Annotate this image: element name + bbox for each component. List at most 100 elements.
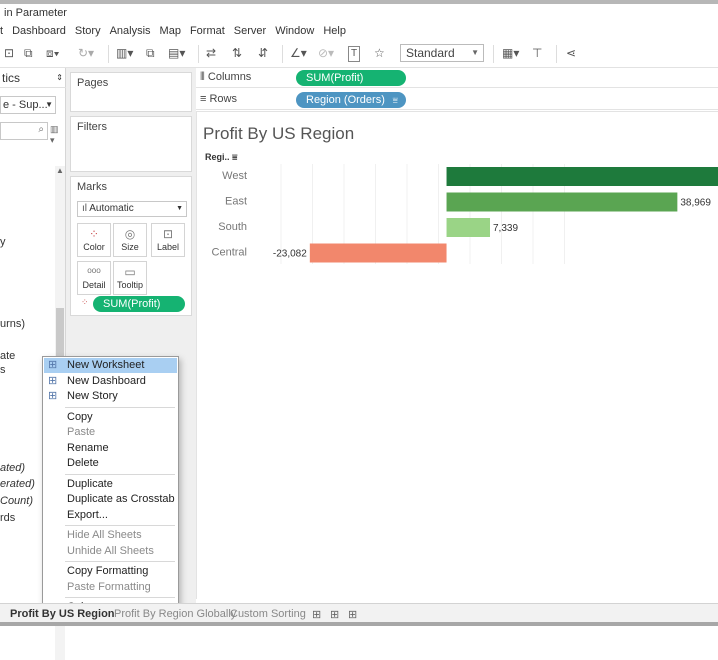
menu-map[interactable]: Map: [160, 22, 181, 40]
label-icon: ⊡: [162, 227, 174, 241]
field-fragment[interactable]: rds: [0, 512, 15, 524]
menu-separator: [65, 597, 175, 598]
menu-dashboard[interactable]: Dashboard: [12, 22, 66, 40]
show-cards-icon[interactable]: ▦▾: [502, 46, 519, 60]
menu-item-label: New Worksheet: [67, 359, 145, 371]
redo-icon[interactable]: ↻▾: [78, 46, 94, 60]
field-fragment[interactable]: erated): [0, 478, 35, 490]
highlight-icon[interactable]: ∠▾: [290, 46, 307, 60]
menu-item-rename[interactable]: Rename: [44, 441, 177, 456]
group-members-icon[interactable]: ⊘▾: [318, 46, 334, 60]
pages-card[interactable]: Pages: [70, 72, 192, 112]
sheet-tab-custom-sorting[interactable]: Custom Sorting: [230, 608, 306, 620]
pane-menu-icon[interactable]: ⇕: [56, 68, 63, 88]
menu-analysis[interactable]: Analysis: [110, 22, 151, 40]
field-fragment[interactable]: s: [0, 364, 6, 376]
sort-ascending-icon[interactable]: ⇅: [232, 46, 242, 60]
chevron-down-icon: ▼: [45, 100, 53, 109]
show-mark-labels-icon[interactable]: T: [348, 46, 361, 62]
mark-type-select[interactable]: ıl Automatic ▼: [77, 201, 187, 217]
bar-west[interactable]: [446, 167, 718, 186]
worksheet-view: Profit By US Region Regi.. ⩸ West East 38,…: [196, 111, 718, 599]
menu-item-new-story[interactable]: ⊞ New Story: [44, 389, 177, 404]
save-icon[interactable]: ⧈▾: [46, 46, 60, 60]
fit-select[interactable]: Standard ▼: [400, 44, 484, 62]
share-icon[interactable]: ⋖: [566, 46, 576, 60]
label-button[interactable]: ⊡ Label: [151, 223, 185, 257]
marks-card-title: Marks: [77, 181, 107, 193]
presentation-mode-icon[interactable]: ⊤: [532, 46, 542, 60]
new-datasource-icon[interactable]: ⊡: [4, 46, 14, 60]
add-datasource-icon[interactable]: ⧉: [24, 46, 33, 60]
color-button-label: Color: [83, 242, 105, 252]
swap-rows-columns-icon[interactable]: ⇄: [206, 46, 216, 60]
menu-item-export[interactable]: Export...: [44, 508, 177, 523]
new-worksheet-icon: ⊞: [48, 359, 58, 371]
menu-item-paste-formatting[interactable]: Paste Formatting: [44, 580, 177, 595]
filters-card[interactable]: Filters: [70, 116, 192, 172]
data-pane-header: tics ⇕: [0, 68, 66, 88]
size-button[interactable]: ◎ Size: [113, 223, 147, 257]
detail-button[interactable]: ᵒᵒᵒ Detail: [77, 261, 111, 295]
sheet-tab-profit-by-us-region[interactable]: Profit By US Region: [10, 608, 115, 620]
menu-help[interactable]: Help: [323, 22, 346, 40]
menu-item-hide-all-sheets[interactable]: Hide All Sheets: [44, 528, 177, 543]
bar-south[interactable]: [446, 218, 491, 237]
category-label: South: [218, 221, 247, 233]
menu-format[interactable]: Format: [190, 22, 225, 40]
data-label: -23,082: [273, 249, 307, 260]
new-worksheet-tab-icon[interactable]: ⊞: [312, 608, 321, 621]
sort-descending-icon[interactable]: ⇵: [258, 46, 268, 60]
menu-item-new-dashboard[interactable]: ⊞ New Dashboard: [44, 374, 177, 389]
bar-central[interactable]: [309, 243, 447, 263]
view-options-icon[interactable]: ▥ ▾: [50, 124, 65, 146]
toolbar-separator: [493, 45, 494, 63]
rows-pill-label: Region (Orders): [306, 94, 385, 106]
clear-sheet-icon[interactable]: ▤▾: [168, 46, 185, 60]
menu-item-new-worksheet[interactable]: ⊞ New Worksheet: [44, 358, 177, 373]
tooltip-button[interactable]: ▭ Tooltip: [113, 261, 147, 295]
color-button[interactable]: ⁘ Color: [77, 223, 111, 257]
field-search-input[interactable]: ⌕: [0, 122, 48, 140]
menu-story[interactable]: Story: [75, 22, 101, 40]
new-story-tab-icon[interactable]: ⊞: [348, 608, 357, 621]
columns-label-text: Columns: [207, 71, 252, 83]
menu-window[interactable]: Window: [275, 22, 314, 40]
menu-item-delete[interactable]: Delete: [44, 456, 177, 471]
menu-item-label: Duplicate as Crosstab: [67, 493, 175, 505]
datasource-select[interactable]: e - Sup... ▼: [0, 96, 56, 114]
toolbar-separator: [556, 45, 557, 63]
new-worksheet-icon[interactable]: ▥▾: [116, 46, 133, 60]
duplicate-sheet-icon[interactable]: ⧉: [146, 46, 155, 60]
menu-item-duplicate[interactable]: Duplicate: [44, 477, 177, 492]
data-pane-title: tics: [2, 71, 20, 85]
field-fragment[interactable]: ated): [0, 462, 25, 474]
menu-item-copy[interactable]: Copy: [44, 410, 177, 425]
rows-pill-region[interactable]: Region (Orders) ⩸: [296, 92, 406, 108]
menu-file[interactable]: t: [0, 22, 3, 40]
filters-card-title: Filters: [77, 121, 107, 133]
sheet-tab-profit-by-region-globally[interactable]: Profit By Region Globally: [114, 608, 236, 620]
toolbar: ⊡ ⧉ ⧈▾ ↻▾ ▥▾ ⧉ ▤▾ ⇄ ⇅ ⇵ ∠▾ ⊘▾ T ☆ Standa…: [0, 40, 718, 68]
marks-pill-sum-profit[interactable]: SUM(Profit): [93, 296, 185, 312]
new-story-icon: ⊞: [48, 390, 58, 402]
menu-server[interactable]: Server: [234, 22, 266, 40]
columns-pill-sum-profit[interactable]: SUM(Profit): [296, 70, 406, 86]
menu-item-duplicate-as-crosstab[interactable]: Duplicate as Crosstab: [44, 492, 177, 507]
field-fragment[interactable]: y: [0, 236, 6, 248]
new-dashboard-tab-icon[interactable]: ⊞: [330, 608, 339, 621]
bar-east[interactable]: [446, 192, 678, 212]
field-fragment[interactable]: Count): [0, 495, 33, 507]
fix-axes-icon[interactable]: ☆: [374, 46, 385, 60]
field-fragment[interactable]: ate: [0, 350, 15, 362]
window-frame-bottom: [0, 622, 718, 626]
menu-item-label: New Story: [67, 390, 118, 402]
row-header-region[interactable]: Regi.. ⩸: [205, 152, 238, 163]
menu-item-unhide-all-sheets[interactable]: Unhide All Sheets: [44, 544, 177, 559]
menu-item-paste[interactable]: Paste: [44, 425, 177, 440]
scroll-up-icon[interactable]: ▲: [56, 166, 64, 175]
detail-icon: ᵒᵒᵒ: [87, 265, 101, 279]
menu-item-copy-formatting[interactable]: Copy Formatting: [44, 564, 177, 579]
menu-item-label: Rename: [67, 441, 109, 454]
field-fragment[interactable]: urns): [0, 318, 25, 330]
